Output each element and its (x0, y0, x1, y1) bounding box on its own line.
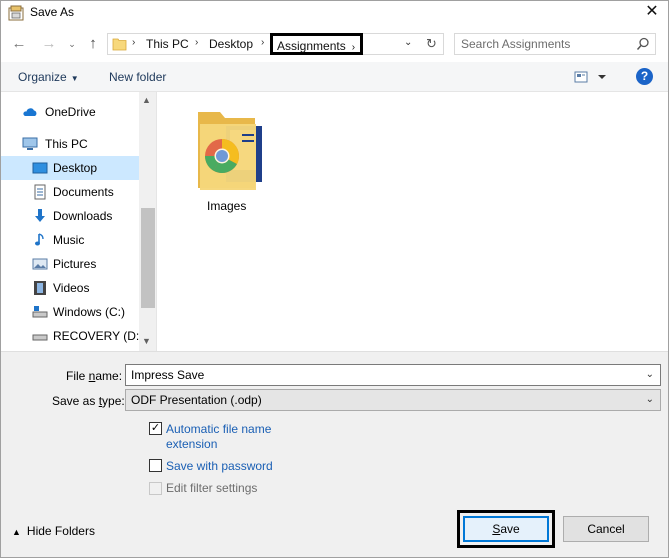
label-text: ype: (102, 394, 125, 408)
folder-item-images[interactable]: Images (188, 104, 264, 214)
documents-icon (32, 184, 48, 200)
sidebar-item-label: Documents (53, 185, 114, 199)
computer-icon (22, 136, 38, 152)
drive-icon (32, 304, 48, 320)
sidebar-item-this-pc[interactable]: This PC (0, 132, 139, 156)
caret-down-icon: ▼ (70, 74, 79, 83)
desktop-icon (32, 160, 48, 176)
save-button[interactable]: Save (463, 516, 549, 542)
folder-with-chrome-icon (192, 104, 262, 197)
sidebar-item-downloads[interactable]: Downloads (0, 204, 139, 228)
scrollbar-thumb[interactable] (141, 208, 155, 308)
edit-filter-settings-checkbox (149, 482, 162, 495)
save-with-password-label[interactable]: Save with password (166, 459, 273, 473)
recent-locations-button[interactable]: ⌄ (66, 35, 78, 53)
breadcrumb-this-pc[interactable]: This PC (146, 37, 189, 51)
chevron-down-icon[interactable]: ⌄ (646, 369, 654, 380)
file-list-pane: Images (158, 92, 669, 351)
change-view-button[interactable] (574, 70, 608, 84)
sidebar-item-label: Desktop (53, 161, 98, 175)
folder-item-label: Images (207, 199, 247, 213)
label-text: Save as (52, 394, 99, 408)
window-title: Save As (30, 5, 75, 19)
help-icon[interactable]: ? (636, 68, 653, 85)
sidebar-item-recovery-d[interactable]: RECOVERY (D:) (0, 324, 143, 348)
navigation-pane: OneDrive This PC Desktop Documents Downl… (0, 92, 157, 351)
command-toolbar: Organize ▼ New folder ? (0, 62, 669, 92)
refresh-icon[interactable]: ↻ (426, 36, 437, 52)
sidebar-item-label: RECOVERY (D:) (53, 329, 144, 343)
automatic-extension-label-line2[interactable]: extension (166, 437, 217, 451)
file-name-field[interactable]: ⌄ (125, 364, 661, 386)
sidebar-item-windows-c[interactable]: Windows (C:) (0, 300, 139, 324)
sidebar-item-documents[interactable]: Documents (0, 180, 139, 204)
scroll-down-arrow-icon[interactable]: ▼ (142, 336, 151, 346)
file-name-input[interactable] (131, 368, 631, 382)
save-as-type-value: ODF Presentation (.odp) (131, 393, 262, 407)
close-icon: ✕ (645, 3, 659, 20)
sidebar-item-desktop[interactable]: Desktop (0, 156, 139, 180)
breadcrumb-separator[interactable]: › (261, 37, 264, 48)
save-options-panel: File name: ⌄ Save as type: ODF Presentat… (0, 351, 669, 558)
cancel-button[interactable]: Cancel (563, 516, 649, 542)
download-arrow-icon (32, 208, 48, 224)
chevron-up-icon: ▲ (12, 527, 21, 537)
breadcrumb-separator[interactable]: › (195, 37, 198, 48)
hide-folders-label: Hide Folders (26, 524, 95, 538)
save-button-label: ave (500, 522, 520, 536)
save-as-app-icon (8, 5, 24, 21)
address-bar[interactable]: › This PC › Desktop › Assignments › ⌄ ↻ (107, 33, 444, 55)
drive-icon (32, 328, 48, 344)
close-button[interactable]: ✕ (640, 2, 664, 24)
sidebar-item-pictures[interactable]: Pictures (0, 252, 139, 276)
sidebar-item-onedrive[interactable]: OneDrive (0, 100, 139, 124)
save-as-type-label: Save as type: (52, 394, 125, 408)
search-input[interactable] (461, 37, 631, 51)
sidebar-item-music[interactable]: Music (0, 228, 139, 252)
sidebar-item-label: OneDrive (45, 105, 96, 119)
sidebar-item-label: Downloads (53, 209, 113, 223)
sidebar-item-label: Pictures (53, 257, 97, 271)
address-dropdown-chevron-icon[interactable]: ⌄ (404, 37, 412, 48)
organize-label: Organize (18, 70, 67, 84)
sidebar-item-label: Windows (C:) (53, 305, 126, 319)
save-with-password-checkbox[interactable] (149, 459, 162, 472)
title-bar: Save As ✕ (0, 0, 669, 27)
folder-icon (112, 37, 127, 51)
breadcrumb-desktop[interactable]: Desktop (209, 37, 253, 51)
hide-folders-button[interactable]: ▲ Hide Folders (12, 524, 95, 538)
breadcrumb-assignments-label: Assignments (277, 39, 346, 53)
pictures-icon (32, 256, 48, 272)
edit-filter-settings-label: Edit filter settings (166, 481, 258, 495)
sidebar-item-label: Music (53, 233, 85, 247)
chevron-down-icon: ⌄ (645, 394, 654, 405)
sidebar-item-videos[interactable]: Videos (0, 276, 139, 300)
label-text: File (66, 369, 89, 383)
film-icon (32, 280, 48, 296)
label-text: ame: (95, 369, 123, 383)
scroll-up-arrow-icon[interactable]: ▲ (142, 95, 151, 105)
new-folder-button[interactable]: New folder (109, 70, 166, 84)
file-name-label: File name: (66, 369, 122, 383)
breadcrumb-separator: › (351, 42, 356, 53)
sidebar-item-label: This PC (45, 137, 88, 151)
search-icon[interactable] (636, 37, 650, 51)
cloud-icon (22, 104, 38, 120)
search-box[interactable] (454, 33, 656, 55)
automatic-extension-label[interactable]: Automatic file name (166, 422, 271, 436)
automatic-extension-checkbox[interactable]: ✓ (149, 422, 162, 435)
music-note-icon (32, 232, 48, 248)
up-one-level-button[interactable]: ↑ (84, 35, 102, 53)
organize-button[interactable]: Organize ▼ (18, 70, 79, 84)
breadcrumb-assignments[interactable]: Assignments › (270, 33, 363, 55)
sidebar-item-label: Videos (53, 281, 90, 295)
forward-button[interactable]: → (40, 35, 58, 53)
save-as-type-select[interactable]: ODF Presentation (.odp) ⌄ (125, 389, 661, 411)
back-button[interactable]: ← (10, 35, 28, 53)
breadcrumb-separator[interactable]: › (132, 37, 135, 48)
